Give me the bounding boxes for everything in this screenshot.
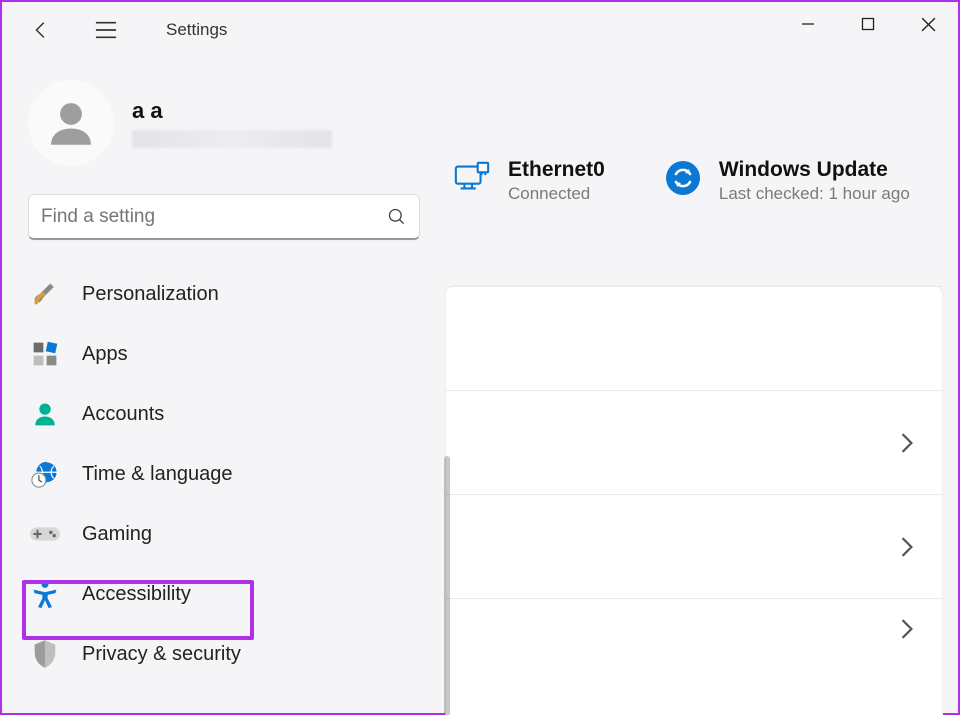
gamepad-icon: [30, 519, 60, 549]
sidebar-item-accessibility[interactable]: Accessibility: [20, 566, 428, 622]
shield-icon: [30, 639, 60, 669]
network-subtitle: Connected: [508, 184, 605, 204]
sidebar-item-personalization[interactable]: Personalization: [20, 266, 428, 322]
sidebar-item-apps[interactable]: Apps: [20, 326, 428, 382]
back-button[interactable]: [22, 10, 62, 50]
scrollbar[interactable]: [444, 456, 450, 715]
sidebar-nav: Personalization Apps Accounts Time & lan…: [2, 266, 446, 682]
brush-icon: [30, 279, 60, 309]
settings-row[interactable]: [446, 598, 942, 658]
update-title: Windows Update: [719, 158, 910, 182]
sidebar-item-label: Accounts: [82, 403, 164, 426]
clock-globe-icon: [30, 459, 60, 489]
search-input[interactable]: [41, 206, 387, 228]
right-column: Ethernet0 Connected Windows Update Last …: [446, 58, 958, 715]
apps-icon: [30, 339, 60, 369]
back-arrow-icon: [31, 19, 53, 41]
avatar-icon: [42, 94, 100, 152]
update-sync-icon: [663, 158, 703, 198]
sidebar-item-privacy[interactable]: Privacy & security: [20, 626, 428, 682]
window-controls: [778, 2, 958, 46]
update-status-card[interactable]: Windows Update Last checked: 1 hour ago: [663, 158, 910, 204]
avatar: [28, 80, 114, 166]
search-icon: [387, 207, 407, 227]
title-bar: Settings: [2, 2, 958, 58]
sidebar-item-label: Personalization: [82, 283, 219, 306]
user-block[interactable]: a a: [2, 58, 446, 188]
settings-row[interactable]: [446, 390, 942, 494]
sidebar-item-label: Time & language: [82, 463, 232, 486]
person-icon: [30, 399, 60, 429]
pc-network-icon: [452, 158, 492, 198]
status-row: Ethernet0 Connected Windows Update Last …: [446, 58, 958, 234]
settings-row[interactable]: [446, 494, 942, 598]
network-title: Ethernet0: [508, 158, 605, 182]
sidebar-item-label: Apps: [82, 343, 128, 366]
update-subtitle: Last checked: 1 hour ago: [719, 184, 910, 204]
hamburger-icon: [95, 21, 117, 39]
user-email-redacted: [132, 130, 332, 148]
chevron-right-icon: [900, 618, 914, 640]
sidebar-item-label: Gaming: [82, 523, 152, 546]
content-header-row: [446, 286, 942, 390]
search-box[interactable]: [28, 194, 420, 240]
sidebar-item-accounts[interactable]: Accounts: [20, 386, 428, 442]
window-maximize-button[interactable]: [838, 2, 898, 46]
sidebar-item-time-language[interactable]: Time & language: [20, 446, 428, 502]
sidebar-item-label: Privacy & security: [82, 643, 241, 666]
close-icon: [921, 17, 936, 32]
content-panel: [446, 286, 942, 715]
titlebar-left: Settings: [2, 10, 227, 50]
sidebar-item-label: Accessibility: [82, 583, 191, 606]
chevron-right-icon: [900, 536, 914, 558]
accessibility-icon: [30, 579, 60, 609]
app-title: Settings: [166, 20, 227, 40]
sidebar-item-gaming[interactable]: Gaming: [20, 506, 428, 562]
network-status-text: Ethernet0 Connected: [508, 158, 605, 204]
window-close-button[interactable]: [898, 2, 958, 46]
user-text: a a: [132, 98, 332, 148]
network-status-card[interactable]: Ethernet0 Connected: [452, 158, 605, 204]
user-name: a a: [132, 98, 332, 124]
minimize-icon: [801, 17, 815, 31]
nav-menu-button[interactable]: [86, 10, 126, 50]
chevron-right-icon: [900, 432, 914, 454]
update-status-text: Windows Update Last checked: 1 hour ago: [719, 158, 910, 204]
left-column: a a Personalization Apps Accounts: [2, 58, 446, 715]
maximize-icon: [861, 17, 875, 31]
window-minimize-button[interactable]: [778, 2, 838, 46]
